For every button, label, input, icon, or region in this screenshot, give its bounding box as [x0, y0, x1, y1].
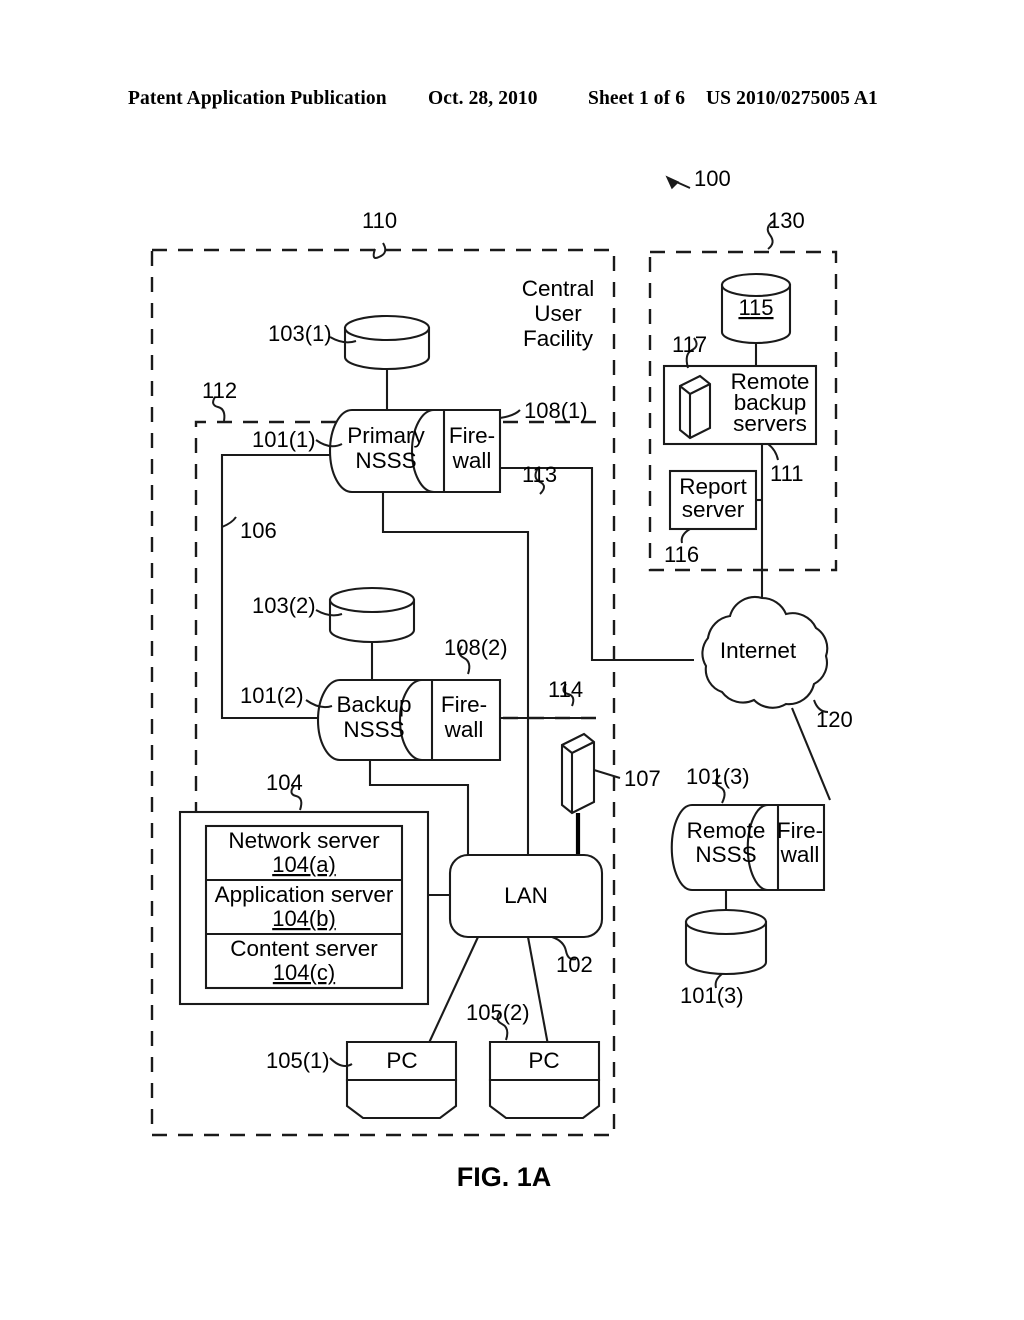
ref-114-label: 114: [548, 677, 583, 702]
ref-107-label: 107: [624, 766, 661, 791]
link-primary-to-lan: [381, 492, 530, 855]
lan-label: LAN: [504, 883, 548, 908]
ref-114-callout: 114: [548, 677, 583, 707]
ref-102-callout: 102: [551, 936, 593, 977]
ref-108-2-callout: 108(2): [444, 635, 508, 675]
primary-firewall-line2: wall: [452, 448, 492, 473]
primary-nsss-line2: NSSS: [355, 448, 416, 473]
report-server-line2: server: [682, 497, 745, 522]
ref-116-label: 116: [664, 542, 699, 567]
primary-nsss-line1: Primary: [347, 423, 425, 448]
ref-105-2-label: 105(2): [466, 1000, 530, 1025]
pc1-label: PC: [386, 1048, 417, 1073]
ref-101-2-label: 101(2): [240, 683, 304, 708]
lan-node: LAN: [448, 853, 604, 939]
ref-105-1-label: 105(1): [266, 1048, 330, 1073]
internet-label: Internet: [720, 638, 797, 663]
ref-120-callout: 120: [813, 699, 853, 732]
remote-storage-label: 115: [738, 295, 773, 320]
patent-figure-page: Patent Application Publication Oct. 28, …: [0, 0, 1024, 1320]
ref-107-callout: 107: [593, 766, 661, 791]
remote-firewall-line1: Fire-: [777, 818, 823, 843]
remote-nsss-storage-cylinder: [684, 908, 768, 976]
internet-cloud-node: Internet: [701, 596, 829, 709]
report-server-node: Report server: [668, 469, 762, 531]
ref-130-label: 130: [768, 208, 805, 233]
backup-firewall-line1: Fire-: [441, 692, 487, 717]
ref-108-2-label: 108(2): [444, 635, 508, 660]
ref-108-1-callout: 108(1): [499, 398, 588, 423]
ref-111-callout: 111: [767, 443, 803, 486]
report-server-line1: Report: [679, 474, 747, 499]
ref-116-callout: 116: [664, 528, 699, 567]
pc1-node: PC: [345, 1040, 458, 1120]
facility-title-line3: Facility: [523, 326, 594, 351]
remote-nsss-line1: Remote: [687, 818, 766, 843]
ref-117-callout: 117: [672, 332, 707, 369]
backup-nsss-line2: NSSS: [343, 717, 404, 742]
ref-113-callout: 113: [522, 462, 557, 495]
server-row-2-label: Content server: [230, 936, 378, 961]
system-ref-100-label: 100: [694, 166, 731, 191]
ref-111-label: 111: [770, 461, 803, 486]
ref-110-label: 110: [362, 208, 397, 233]
ref-105-2-callout: 105(2): [466, 1000, 530, 1041]
ref-101-1-callout: 101(1): [252, 427, 343, 452]
ref-112-label: 112: [202, 378, 237, 403]
backup-firewall-line2: wall: [444, 717, 484, 742]
ref-101-1-label: 101(1): [252, 427, 316, 452]
link-106-wire: [220, 453, 335, 720]
remote-storage-cylinder: 115: [720, 272, 792, 366]
ref-101-3-label: 101(3): [686, 764, 750, 789]
ref-101-2-callout: 101(2): [240, 683, 333, 709]
ref-120-label: 120: [816, 707, 853, 732]
pc2-node: PC: [488, 1040, 601, 1120]
ref-106-callout: 106: [221, 516, 277, 543]
ref-104-callout: 104: [266, 770, 303, 811]
remote-backup-servers-node: Remote backup servers: [662, 364, 818, 446]
ref-130-callout: 130: [766, 208, 805, 250]
ref-103-2-label: 103(2): [252, 593, 316, 618]
server-stack-group: Network server 104(a) Application server…: [178, 810, 450, 1006]
server-row-0-ref: 104(a): [272, 852, 336, 877]
ref-112-callout: 112: [202, 378, 237, 422]
ref-104-label: 104: [266, 770, 303, 795]
ref-101-3-storage-label: 101(3): [680, 983, 744, 1008]
ref-101-3-storage-callout: 101(3): [680, 973, 744, 1008]
figure-caption: FIG. 1A: [457, 1162, 552, 1192]
remote-nsss-line2: NSSS: [695, 842, 756, 867]
primary-firewall-line1: Fire-: [449, 423, 495, 448]
backup-nsss-node: Backup NSSS Fire- wall: [316, 678, 502, 762]
primary-nsss-node: Primary NSSS Fire- wall: [328, 408, 502, 494]
remote-backup-line3: servers: [733, 411, 807, 436]
facility-title-line1: Central: [522, 276, 595, 301]
server-row-2-ref: 104(c): [273, 960, 335, 985]
tape-device-icon: [560, 732, 596, 858]
figure-1a-diagram: 100 110 Central User Facility 112 130 10…: [150, 166, 853, 1192]
server-row-0-label: Network server: [228, 828, 380, 853]
server-row-1-label: Application server: [215, 882, 394, 907]
ref-106-label: 106: [240, 518, 277, 543]
ref-103-2-callout: 103(2): [252, 593, 343, 618]
ref-101-3-callout: 101(3): [686, 764, 750, 804]
remote-nsss-node: Remote NSSS Fire- wall: [670, 803, 826, 892]
backup-nsss-line1: Backup: [336, 692, 411, 717]
ref-113-label: 113: [522, 462, 557, 487]
link-lan-to-pc2: [526, 936, 550, 1046]
pc2-label: PC: [528, 1048, 559, 1073]
primary-storage-cylinder: [343, 314, 431, 410]
backup-storage-cylinder: [328, 586, 416, 680]
facility-title-line2: User: [534, 301, 582, 326]
ref-105-1-callout: 105(1): [266, 1048, 353, 1073]
ref-103-1-callout: 103(1): [268, 321, 357, 346]
ref-108-1-label: 108(1): [524, 398, 588, 423]
ref-102-label: 102: [556, 952, 593, 977]
ref-103-1-label: 103(1): [268, 321, 332, 346]
ref-117-label: 117: [672, 332, 707, 357]
server-row-1-ref: 104(b): [272, 906, 336, 931]
system-ref-100-callout: 100: [665, 166, 731, 191]
link-lan-to-pc1: [427, 936, 479, 1046]
remote-firewall-line2: wall: [780, 842, 820, 867]
